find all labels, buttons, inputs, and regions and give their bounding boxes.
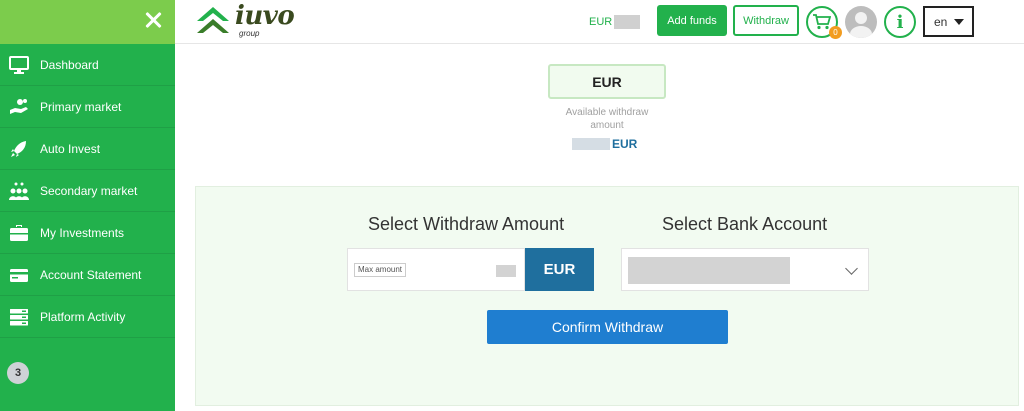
- info-icon[interactable]: i: [884, 6, 916, 38]
- max-amount-button[interactable]: Max amount: [354, 263, 407, 277]
- sidebar-item-platform-activity[interactable]: Platform Activity: [0, 296, 175, 338]
- chevron-down-icon: [845, 262, 858, 275]
- avatar[interactable]: [845, 6, 877, 38]
- balance-amount-redacted: [614, 15, 641, 29]
- logo-text: iuvo: [235, 1, 295, 31]
- sidebar: Dashboard Primary market Auto Invest Sec…: [0, 0, 175, 411]
- avatar-body: [850, 26, 872, 38]
- sidebar-item-auto-invest[interactable]: Auto Invest: [0, 128, 175, 170]
- monitor-icon: [8, 55, 30, 75]
- sidebar-item-label: Auto Invest: [40, 141, 101, 156]
- available-currency: EUR: [612, 137, 638, 151]
- confirm-withdraw-button[interactable]: Confirm Withdraw: [487, 310, 728, 344]
- sidebar-item-primary-market[interactable]: Primary market: [0, 86, 175, 128]
- balance-currency: EUR: [589, 16, 613, 28]
- withdraw-button[interactable]: Withdraw: [733, 5, 799, 36]
- language-value: en: [934, 14, 948, 29]
- bank-account-select[interactable]: [621, 248, 869, 291]
- notification-badge[interactable]: 3: [7, 362, 29, 384]
- cart-icon: [813, 14, 831, 30]
- avatar-head: [855, 12, 867, 24]
- cart-button[interactable]: 0: [806, 6, 842, 39]
- sidebar-item-label: Secondary market: [40, 183, 138, 198]
- logo-chevron-icon: [197, 7, 229, 33]
- sidebar-item-label: Dashboard: [40, 57, 99, 72]
- cart-count-badge: 0: [829, 26, 842, 39]
- language-select[interactable]: en: [923, 6, 974, 37]
- people-exchange-icon: [8, 181, 30, 201]
- sidebar-nav: Dashboard Primary market Auto Invest Sec…: [0, 44, 175, 338]
- sidebar-item-dashboard[interactable]: Dashboard: [0, 44, 175, 86]
- logo[interactable]: iuvo group: [195, 1, 295, 39]
- hand-coins-icon: [8, 97, 30, 117]
- sidebar-item-label: Account Statement: [40, 267, 142, 282]
- add-funds-button[interactable]: Add funds: [657, 5, 727, 36]
- briefcase-icon: [8, 223, 30, 243]
- sidebar-item-label: My Investments: [40, 225, 125, 240]
- sidebar-item-label: Primary market: [40, 99, 122, 114]
- withdraw-panel: Select Withdraw Amount Select Bank Accou…: [195, 186, 1019, 406]
- select-bank-title: Select Bank Account: [662, 214, 828, 234]
- sidebar-item-account-statement[interactable]: Account Statement: [0, 254, 175, 296]
- amount-value-redacted: [496, 265, 516, 277]
- sidebar-header: [0, 0, 175, 44]
- balance-display: EUR: [589, 15, 641, 29]
- select-amount-title: Select Withdraw Amount: [368, 214, 565, 234]
- rocket-icon: [8, 139, 30, 159]
- available-withdraw-value: EUR: [572, 137, 637, 151]
- withdraw-amount-input[interactable]: Max amount: [347, 248, 525, 291]
- server-icon: [8, 307, 30, 327]
- available-amount-redacted: [572, 138, 610, 150]
- sidebar-item-secondary-market[interactable]: Secondary market: [0, 170, 175, 212]
- available-withdraw-label: Available withdraw amount: [565, 107, 649, 131]
- amount-currency-label: EUR: [525, 248, 594, 291]
- sidebar-item-label: Platform Activity: [40, 309, 126, 324]
- sidebar-item-my-investments[interactable]: My Investments: [0, 212, 175, 254]
- credit-card-icon: [8, 265, 30, 285]
- logo-subtitle: group: [239, 29, 260, 38]
- close-icon[interactable]: [142, 9, 164, 31]
- caret-down-icon: [954, 19, 964, 25]
- currency-selector[interactable]: EUR: [548, 64, 666, 99]
- bank-account-redacted: [628, 257, 790, 284]
- top-header: iuvo group EUR Add funds Withdraw 0 i en: [175, 0, 1024, 44]
